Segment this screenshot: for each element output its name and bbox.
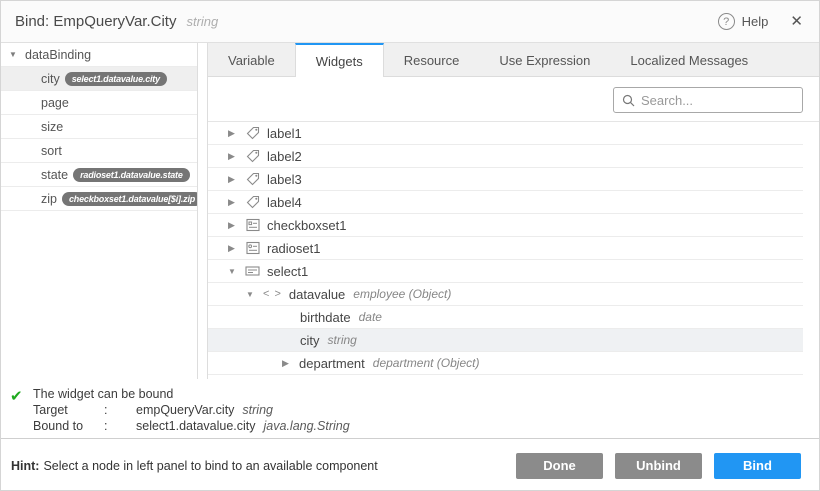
hint-text: Hint:Select a node in left panel to bind… — [11, 459, 378, 473]
tab-bar: Variable Widgets Resource Use Expression… — [208, 43, 819, 77]
binding-status: ✔ The widget can be bound Target : empQu… — [1, 379, 819, 438]
dialog-footer: Hint:Select a node in left panel to bind… — [1, 438, 819, 491]
binding-badge: select1.datavalue.city — [65, 72, 167, 86]
widget-node-datavalue[interactable]: ▼ < > datavalue employee (Object) — [208, 283, 803, 306]
status-message: The widget can be bound — [9, 386, 819, 402]
tree-node-label: page — [41, 96, 69, 110]
widget-node-text: radioset1 — [267, 241, 320, 256]
binding-badge: radioset1.datavalue.state — [73, 168, 190, 182]
tree-node-label: size — [41, 120, 63, 134]
tree-node-label: zip — [41, 192, 57, 206]
chevron-right-icon[interactable]: ▶ — [228, 174, 238, 185]
chevron-right-icon[interactable]: ▶ — [228, 128, 238, 139]
chevron-right-icon[interactable]: ▶ — [282, 358, 292, 369]
status-value: select1.datavalue.city — [136, 418, 256, 434]
widget-node-text: label2 — [267, 149, 302, 164]
chevron-right-icon[interactable]: ▶ — [228, 151, 238, 162]
dialog-header: Bind: EmpQueryVar.City string ? Help ✕ — [1, 1, 819, 43]
widget-node-city[interactable]: city string — [208, 329, 803, 352]
radioset-icon — [245, 241, 260, 256]
object-icon: < > — [263, 288, 282, 300]
dialog-title: Bind: EmpQueryVar.City — [15, 13, 176, 30]
done-button[interactable]: Done — [516, 453, 603, 479]
chevron-right-icon[interactable]: ▶ — [228, 197, 238, 208]
chevron-right-icon[interactable]: ▶ — [228, 243, 238, 254]
widget-node-radioset1[interactable]: ▶ radioset1 — [208, 237, 803, 260]
tab-use-expression[interactable]: Use Expression — [479, 43, 610, 76]
tab-localized-messages[interactable]: Localized Messages — [610, 43, 768, 76]
dialog-title-type: string — [186, 14, 218, 29]
widget-node-type: string — [328, 333, 357, 347]
status-label: Bound to — [33, 418, 104, 434]
tab-widgets[interactable]: Widgets — [295, 43, 384, 77]
chevron-down-icon[interactable]: ▼ — [9, 50, 18, 59]
tab-variable[interactable]: Variable — [208, 43, 295, 76]
widget-node-text: select1 — [267, 264, 308, 279]
tree-node-size[interactable]: size — [1, 115, 197, 139]
tree-node-city[interactable]: city select1.datavalue.city — [1, 67, 197, 91]
tag-icon — [245, 172, 260, 187]
tag-icon — [245, 149, 260, 164]
widget-node-label2[interactable]: ▶ label2 — [208, 145, 803, 168]
widget-node-text: city — [300, 333, 320, 348]
tree-node-zip[interactable]: zip checkboxset1.datavalue[$i].zip — [1, 187, 197, 211]
bind-dialog: Bind: EmpQueryVar.City string ? Help ✕ ▼… — [0, 0, 820, 491]
tag-icon — [245, 126, 260, 141]
close-icon[interactable]: ✕ — [790, 14, 803, 29]
data-binding-panel: ▼ dataBinding city select1.datavalue.cit… — [1, 43, 198, 379]
widget-node-type: department (Object) — [373, 356, 480, 370]
widget-node-text: label4 — [267, 195, 302, 210]
widget-node-checkboxset1[interactable]: ▶ checkboxset1 — [208, 214, 803, 237]
bind-button[interactable]: Bind — [714, 453, 801, 479]
status-value: empQueryVar.city — [136, 402, 234, 418]
status-boundto-row: Bound to : select1.datavalue.city java.l… — [9, 418, 819, 434]
widget-node-label4[interactable]: ▶ label4 — [208, 191, 803, 214]
widget-node-department[interactable]: ▶ department department (Object) — [208, 352, 803, 375]
status-value-type: java.lang.String — [264, 418, 350, 434]
tree-node-databinding[interactable]: ▼ dataBinding — [1, 43, 197, 67]
help-icon[interactable]: ? — [718, 13, 735, 30]
search-box — [613, 87, 803, 113]
check-icon: ✔ — [10, 387, 23, 405]
widget-node-text: checkboxset1 — [267, 218, 347, 233]
select-icon — [245, 264, 260, 279]
widget-node-type: date — [359, 310, 382, 324]
tree-node-page[interactable]: page — [1, 91, 197, 115]
tree-node-label: sort — [41, 144, 62, 158]
widget-node-text: birthdate — [300, 310, 351, 325]
widget-node-text: label1 — [267, 126, 302, 141]
tree-node-label: city — [41, 72, 60, 86]
panel-gap — [198, 43, 207, 379]
tab-resource[interactable]: Resource — [384, 43, 480, 76]
widget-node-label1[interactable]: ▶ label1 — [208, 122, 803, 145]
chevron-down-icon[interactable]: ▼ — [246, 290, 256, 299]
chevron-down-icon[interactable]: ▼ — [228, 267, 238, 276]
widget-node-select1[interactable]: ▼ select1 — [208, 260, 803, 283]
status-label: Target — [33, 402, 104, 418]
tree-node-label: state — [41, 168, 68, 182]
status-value-type: string — [242, 402, 273, 418]
unbind-button[interactable]: Unbind — [615, 453, 702, 479]
widget-node-text: label3 — [267, 172, 302, 187]
widget-node-birthdate[interactable]: birthdate date — [208, 306, 803, 329]
checkboxset-icon — [245, 218, 260, 233]
tree-node-state[interactable]: state radioset1.datavalue.state — [1, 163, 197, 187]
widget-node-text: datavalue — [289, 287, 345, 302]
widget-tree: ▶ label1 ▶ label2 ▶ label3 ▶ lab — [208, 122, 803, 375]
binding-badge: checkboxset1.datavalue[$i].zip — [62, 192, 198, 206]
tag-icon — [245, 195, 260, 210]
widget-node-label3[interactable]: ▶ label3 — [208, 168, 803, 191]
search-icon — [622, 94, 635, 107]
chevron-right-icon[interactable]: ▶ — [228, 220, 238, 231]
widget-node-type: employee (Object) — [353, 287, 451, 301]
tree-node-label: dataBinding — [25, 48, 91, 62]
status-target-row: Target : empQueryVar.city string — [9, 402, 819, 418]
source-panel: Variable Widgets Resource Use Expression… — [207, 43, 819, 379]
widget-node-text: department — [299, 356, 365, 371]
tree-node-sort[interactable]: sort — [1, 139, 197, 163]
search-input[interactable] — [641, 93, 794, 108]
help-button[interactable]: Help — [742, 14, 769, 29]
